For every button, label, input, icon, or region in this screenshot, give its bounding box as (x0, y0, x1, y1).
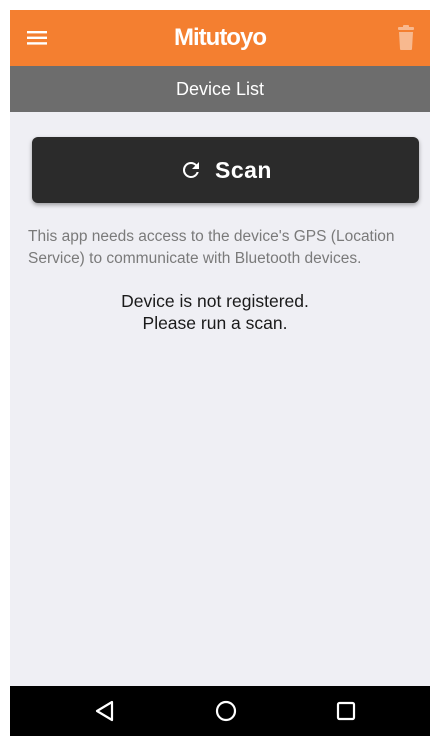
app-bar: Mitutoyo (10, 10, 430, 66)
scan-button[interactable]: Scan (32, 137, 419, 203)
status-line-2: Please run a scan. (142, 313, 288, 333)
menu-button[interactable] (24, 24, 52, 52)
home-circle-icon (215, 700, 237, 722)
delete-button[interactable] (394, 24, 418, 52)
device-status-message: Device is not registered. Please run a s… (0, 290, 430, 334)
trash-icon (398, 25, 414, 50)
device-list-header: Device List (10, 66, 430, 112)
scan-button-label: Scan (215, 156, 272, 183)
hamburger-menu-icon (27, 31, 47, 45)
recents-button[interactable] (333, 698, 359, 724)
mitutoyo-logo: Mitutoyo (174, 24, 267, 51)
refresh-icon (182, 161, 199, 178)
back-button[interactable] (92, 698, 118, 724)
back-triangle-icon (95, 700, 114, 722)
app-screen: Mitutoyo Device List Scan This app needs… (10, 10, 430, 736)
android-nav-bar (10, 686, 430, 736)
home-button[interactable] (213, 698, 239, 724)
status-line-1: Device is not registered. (121, 291, 309, 311)
gps-permission-notice: This app needs access to the device's GP… (28, 228, 395, 267)
recents-square-icon (336, 701, 356, 721)
